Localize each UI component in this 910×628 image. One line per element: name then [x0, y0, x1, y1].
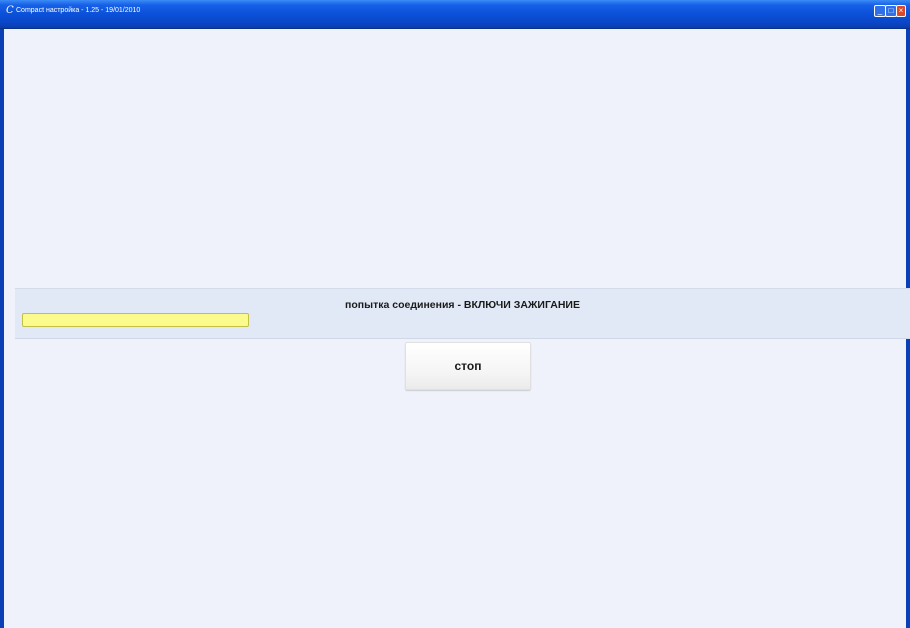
- status-panel: попытка соединения - ВКЛЮЧИ ЗАЖИГАНИЕ: [15, 288, 910, 339]
- app-window: C Compact настройка - 1.25 - 19/01/2010 …: [0, 0, 910, 628]
- close-icon[interactable]: ×: [896, 5, 906, 17]
- title-bar[interactable]: C Compact настройка - 1.25 - 19/01/2010 …: [0, 0, 910, 29]
- window-title: Compact настройка - 1.25 - 19/01/2010: [16, 7, 141, 14]
- connection-progress-bar: [22, 313, 249, 327]
- status-message: попытка соединения - ВКЛЮЧИ ЗАЖИГАНИЕ: [345, 299, 580, 311]
- app-c-icon[interactable]: C: [6, 6, 16, 16]
- stop-button[interactable]: стоп: [405, 342, 531, 390]
